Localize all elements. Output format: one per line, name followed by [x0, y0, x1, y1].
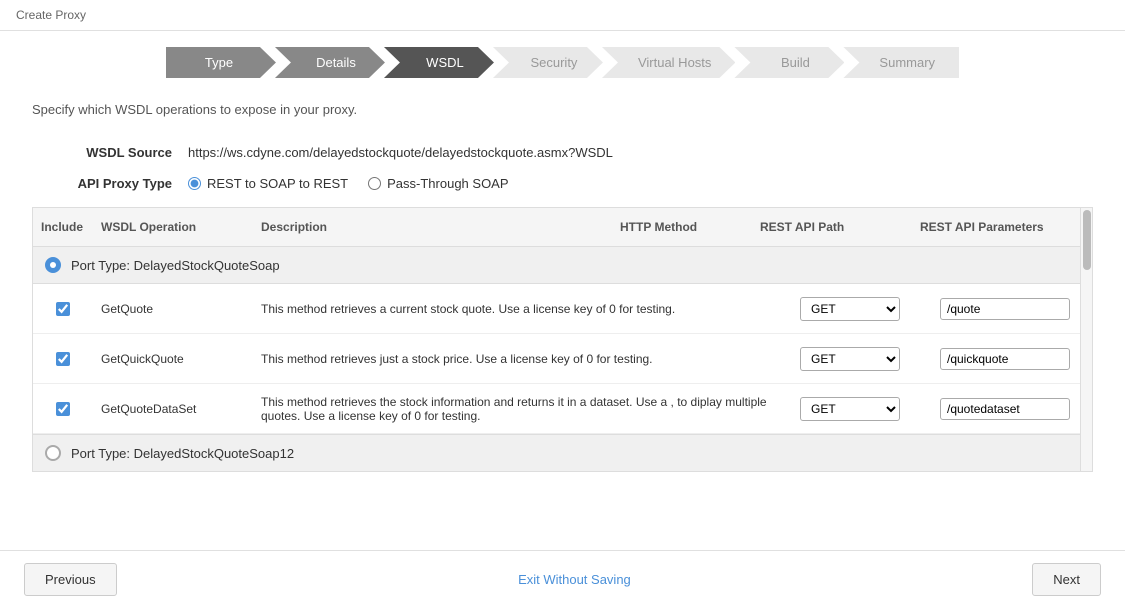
getquickquote-name-cell: GetQuickQuote: [93, 346, 253, 372]
getquote-include-cell[interactable]: [33, 296, 93, 322]
getquotedataset-include-cell[interactable]: [33, 396, 93, 422]
getquotedataset-name-cell: GetQuoteDataSet: [93, 396, 253, 422]
step-wsdl[interactable]: WSDL: [384, 47, 494, 78]
exit-without-saving-link[interactable]: Exit Without Saving: [518, 572, 631, 587]
th-rest-api-parameters: REST API Parameters: [912, 216, 1092, 238]
th-rest-api-path: REST API Path: [752, 216, 912, 238]
proxy-type-passthrough-label: Pass-Through SOAP: [387, 176, 508, 191]
port-type-1-row[interactable]: Port Type: DelayedStockQuoteSoap: [33, 247, 1092, 284]
subtitle: Specify which WSDL operations to expose …: [32, 94, 1093, 125]
next-button[interactable]: Next: [1032, 563, 1101, 596]
th-http-method: HTTP Method: [612, 216, 752, 238]
previous-button[interactable]: Previous: [24, 563, 117, 596]
operations-table: Include WSDL Operation Description HTTP …: [32, 207, 1093, 472]
th-wsdl-operation: WSDL Operation: [93, 216, 253, 238]
getquickquote-desc-cell: This method retrieves just a stock price…: [253, 346, 792, 372]
proxy-type-passthrough-option[interactable]: Pass-Through SOAP: [368, 176, 508, 191]
page-title: Create Proxy: [0, 0, 1125, 31]
port-type-1-name: Port Type: DelayedStockQuoteSoap: [71, 258, 280, 273]
port-type-2-name: Port Type: DelayedStockQuoteSoap12: [71, 446, 294, 461]
getquote-method-cell[interactable]: GET POST PUT DELETE: [792, 291, 932, 327]
table-row: GetQuoteDataSet This method retrieves th…: [33, 384, 1092, 434]
getquote-checkbox[interactable]: [56, 302, 70, 316]
proxy-type-radio-group: REST to SOAP to REST Pass-Through SOAP: [188, 176, 509, 191]
getquickquote-method-cell[interactable]: GET POST PUT DELETE: [792, 341, 932, 377]
getquote-desc-cell: This method retrieves a current stock qu…: [253, 296, 792, 322]
getquickquote-method-select[interactable]: GET POST PUT DELETE: [800, 347, 900, 371]
api-proxy-type-label: API Proxy Type: [32, 176, 172, 191]
getquickquote-path-cell[interactable]: [932, 342, 1092, 376]
proxy-type-rest-option[interactable]: REST to SOAP to REST: [188, 176, 348, 191]
step-security[interactable]: Security: [493, 47, 603, 78]
getquotedataset-path-input[interactable]: [940, 398, 1070, 420]
getquote-method-select[interactable]: GET POST PUT DELETE: [800, 297, 900, 321]
step-virtual-hosts-label[interactable]: Virtual Hosts: [602, 47, 735, 78]
getquote-name-cell: GetQuote: [93, 296, 253, 322]
getquotedataset-path-cell[interactable]: [932, 392, 1092, 426]
step-type[interactable]: Type: [166, 47, 276, 78]
table-row: GetQuickQuote This method retrieves just…: [33, 334, 1092, 384]
proxy-type-rest-radio[interactable]: [188, 177, 201, 190]
proxy-type-passthrough-radio[interactable]: [368, 177, 381, 190]
step-summary-label[interactable]: Summary: [843, 47, 959, 78]
table-header: Include WSDL Operation Description HTTP …: [33, 208, 1092, 247]
port-type-1-radio[interactable]: [45, 257, 61, 273]
step-details[interactable]: Details: [275, 47, 385, 78]
footer: Previous Exit Without Saving Next: [0, 550, 1125, 608]
getquote-path-input[interactable]: [940, 298, 1070, 320]
getquickquote-checkbox[interactable]: [56, 352, 70, 366]
port-type-2-radio[interactable]: [45, 445, 61, 461]
getquickquote-include-cell[interactable]: [33, 346, 93, 372]
wsdl-source-value: https://ws.cdyne.com/delayedstockquote/d…: [188, 145, 613, 160]
getquotedataset-method-select[interactable]: GET POST PUT DELETE: [800, 397, 900, 421]
getquickquote-path-input[interactable]: [940, 348, 1070, 370]
step-type-label[interactable]: Type: [166, 47, 276, 78]
getquotedataset-desc-cell: This method retrieves the stock informat…: [253, 389, 792, 429]
step-wsdl-label[interactable]: WSDL: [384, 47, 494, 78]
step-details-label[interactable]: Details: [275, 47, 385, 78]
getquotedataset-method-cell[interactable]: GET POST PUT DELETE: [792, 391, 932, 427]
wizard-steps: Type Details WSDL Security Virtual Hosts…: [0, 31, 1125, 94]
proxy-type-rest-label: REST to SOAP to REST: [207, 176, 348, 191]
th-description: Description: [253, 216, 612, 238]
th-include: Include: [33, 216, 93, 238]
wsdl-source-row: WSDL Source https://ws.cdyne.com/delayed…: [32, 145, 1093, 160]
scrollbar-thumb[interactable]: [1083, 210, 1091, 270]
api-proxy-type-row: API Proxy Type REST to SOAP to REST Pass…: [32, 176, 1093, 191]
step-virtual-hosts[interactable]: Virtual Hosts: [602, 47, 735, 78]
step-build-label[interactable]: Build: [734, 47, 844, 78]
port-type-2-row[interactable]: Port Type: DelayedStockQuoteSoap12: [33, 434, 1092, 471]
step-security-label[interactable]: Security: [493, 47, 603, 78]
scrollbar[interactable]: [1080, 208, 1092, 471]
getquotedataset-checkbox[interactable]: [56, 402, 70, 416]
wsdl-source-label: WSDL Source: [32, 145, 172, 160]
getquote-path-cell[interactable]: [932, 292, 1092, 326]
step-summary[interactable]: Summary: [843, 47, 959, 78]
content-area: Specify which WSDL operations to expose …: [0, 94, 1125, 472]
table-row: GetQuote This method retrieves a current…: [33, 284, 1092, 334]
step-build[interactable]: Build: [734, 47, 844, 78]
